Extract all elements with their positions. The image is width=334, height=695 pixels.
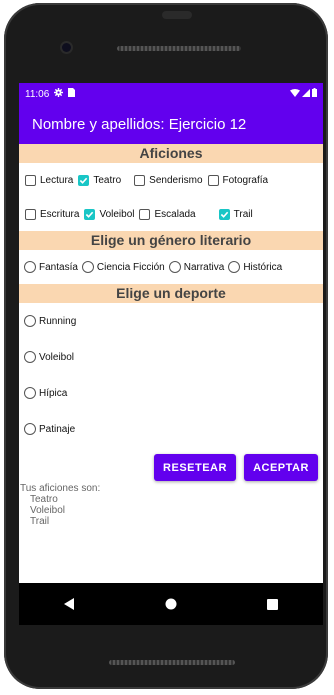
- recents-icon[interactable]: [252, 598, 292, 610]
- checkbox-escalada[interactable]: Escalada: [139, 208, 196, 220]
- front-camera: [62, 43, 71, 52]
- deporte-radio-group: Running Voleibol Hípica Patinaje: [19, 303, 323, 447]
- radio-circle[interactable]: [168, 261, 181, 273]
- status-time: 11:06: [25, 88, 50, 100]
- checkbox-label: Voleibol: [99, 208, 135, 220]
- radio-circle[interactable]: [228, 261, 241, 273]
- radio-historica[interactable]: Histórica: [228, 261, 282, 273]
- radio-patinaje[interactable]: Patinaje: [24, 411, 319, 447]
- radio-circle[interactable]: [24, 423, 36, 435]
- radio-hipica[interactable]: Hípica: [24, 375, 319, 411]
- checkbox-teatro[interactable]: Teatro: [78, 174, 122, 186]
- checkbox-box[interactable]: [78, 174, 90, 186]
- checkbox-box[interactable]: [84, 208, 96, 220]
- bottom-speaker: [109, 660, 235, 665]
- radio-label: Patinaje: [39, 423, 76, 435]
- summary-item: Teatro: [30, 494, 58, 505]
- checkbox-escritura[interactable]: Escritura: [25, 208, 80, 220]
- gear-icon: [54, 88, 64, 100]
- radio-label: Fantasía: [39, 261, 78, 273]
- checkbox-box[interactable]: [25, 208, 36, 220]
- radio-label: Narrativa: [183, 261, 225, 273]
- aficiones-summary: Tus aficiones son: Teatro Voleibol Trail: [20, 483, 100, 527]
- checkbox-fotografia[interactable]: Fotografía: [207, 174, 269, 186]
- checkbox-senderismo[interactable]: Senderismo: [134, 174, 203, 186]
- deporte-header: Elige un deporte: [19, 284, 323, 303]
- radio-label: Running: [39, 315, 77, 327]
- top-notch: [162, 11, 192, 19]
- summary-item: Voleibol: [30, 505, 66, 516]
- checkbox-label: Lectura: [40, 174, 74, 186]
- radio-circle[interactable]: [24, 261, 36, 273]
- checkbox-label: Escritura: [40, 208, 80, 220]
- checkbox-box[interactable]: [139, 208, 151, 220]
- action-buttons: RESETEAR ACEPTAR: [154, 454, 318, 481]
- checkbox-box[interactable]: [207, 174, 219, 186]
- radio-circle[interactable]: [81, 261, 94, 273]
- genero-header: Elige un género literario: [19, 231, 323, 250]
- checkbox-lectura[interactable]: Lectura: [25, 174, 74, 186]
- radio-fantasia[interactable]: Fantasía: [24, 261, 78, 273]
- home-icon[interactable]: [151, 598, 191, 610]
- radio-narrativa[interactable]: Narrativa: [168, 261, 225, 273]
- app-bar: Nombre y apellidos: Ejercicio 12: [19, 105, 323, 144]
- checkbox-label: Fotografía: [222, 174, 269, 186]
- check-icon: [80, 177, 88, 184]
- earpiece-speaker: [117, 46, 241, 51]
- status-bar: 11:06: [19, 83, 323, 105]
- radio-circle[interactable]: [24, 387, 36, 399]
- radio-label: Voleibol: [39, 351, 75, 363]
- checkbox-box[interactable]: [25, 174, 36, 186]
- checkbox-box[interactable]: [218, 208, 230, 220]
- checkbox-label: Escalada: [154, 208, 196, 220]
- checkbox-trail[interactable]: Trail: [218, 208, 253, 220]
- wifi-icon: [290, 88, 300, 100]
- navigation-bar: [19, 583, 323, 625]
- radio-running[interactable]: Running: [24, 303, 319, 339]
- page-title: Nombre y apellidos: Ejercicio 12: [32, 116, 247, 133]
- checkbox-label: Teatro: [93, 174, 122, 186]
- checkbox-label: Senderismo: [149, 174, 203, 186]
- reset-button[interactable]: RESETEAR: [154, 454, 236, 481]
- checkbox-label: Trail: [233, 208, 253, 220]
- checkbox-voleibol[interactable]: Voleibol: [84, 208, 135, 220]
- app-screen: 11:06 Nombre y apellidos: Ejercicio 12 A…: [19, 83, 323, 583]
- summary-item: Trail: [30, 516, 50, 527]
- battery-icon: [312, 88, 317, 100]
- checkbox-box[interactable]: [134, 174, 146, 186]
- radio-circle[interactable]: [24, 315, 36, 327]
- radio-label: Histórica: [243, 261, 283, 273]
- radio-ciencia-ficcion[interactable]: Ciencia Ficción: [81, 261, 165, 273]
- accept-button[interactable]: ACEPTAR: [244, 454, 318, 481]
- summary-title: Tus aficiones son:: [20, 483, 101, 494]
- genero-radio-group: Fantasía Ciencia Ficción Narrativa Histó…: [19, 250, 323, 284]
- radio-circle[interactable]: [24, 351, 36, 363]
- check-icon: [86, 211, 94, 218]
- aficiones-header: Aficiones: [19, 144, 323, 163]
- aficiones-row-1: Lectura Teatro Senderismo Fotografía: [19, 163, 323, 197]
- radio-voleibol[interactable]: Voleibol: [24, 339, 319, 375]
- aficiones-row-2: Escritura Voleibol Escalada Trail: [19, 197, 323, 231]
- radio-label: Ciencia Ficción: [96, 261, 165, 273]
- check-icon: [220, 211, 228, 218]
- sim-card-icon: [68, 88, 76, 100]
- radio-label: Hípica: [39, 387, 68, 399]
- signal-icon: [302, 88, 310, 100]
- back-icon[interactable]: [50, 598, 90, 610]
